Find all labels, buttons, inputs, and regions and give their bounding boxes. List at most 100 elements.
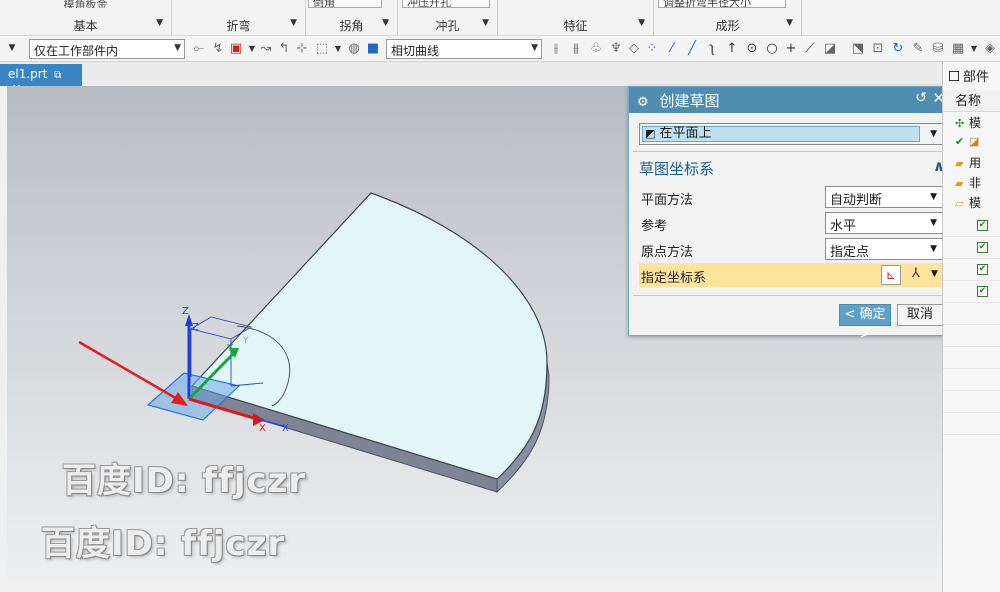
- divider: [943, 280, 1000, 281]
- view-rotate-icon[interactable]: ↻: [890, 40, 906, 57]
- chevron-down-icon: ▼: [930, 218, 937, 228]
- snap-quadrant-icon[interactable]: ○: [764, 40, 780, 57]
- snap-on-curve-icon[interactable]: ⟋: [802, 40, 818, 57]
- section-title: 草图坐标系: [639, 160, 715, 178]
- feature-curve-icon[interactable]: ♧: [588, 40, 604, 57]
- triad-y-label: Y: [242, 336, 249, 346]
- view-zoom-icon[interactable]: ⊡: [870, 40, 886, 57]
- name-column-header[interactable]: 名称: [943, 90, 1000, 112]
- reset-icon[interactable]: ↺: [915, 90, 927, 106]
- select-region-icon[interactable]: ⬚: [314, 40, 330, 57]
- nav-item-model-history[interactable]: ▱ 模: [943, 194, 1000, 214]
- select-point-icon[interactable]: ⊹: [294, 40, 310, 57]
- snap-intersection-icon[interactable]: ↑: [724, 40, 740, 57]
- cancel-button[interactable]: 取消: [897, 304, 943, 326]
- chevron-down-icon[interactable]: ▼: [638, 18, 645, 28]
- navigator-header[interactable]: 部件: [943, 66, 1000, 88]
- stop-at-intersection-icon[interactable]: ⫲: [548, 40, 564, 57]
- chevron-down-icon[interactable]: ▼: [931, 269, 938, 279]
- checkbox-icon[interactable]: ✔: [977, 286, 988, 297]
- view-render-icon[interactable]: ⛁: [930, 40, 946, 57]
- folder-open-icon: ▱: [955, 197, 964, 210]
- ribbon-group-feature[interactable]: 特征 ▼: [498, 0, 654, 36]
- chevron-down-icon[interactable]: ▼: [966, 40, 982, 57]
- dropdown-value: 自动判断: [830, 193, 883, 208]
- plane-method-row: 平面方法 自动判断 ▼: [639, 185, 945, 209]
- watermark: 百度ID: ffjczr: [62, 461, 307, 501]
- snap-curve-icon[interactable]: ʅ: [704, 40, 720, 57]
- ribbon-group-punch[interactable]: 冲压开孔 冲孔 ▼: [398, 0, 498, 36]
- show-hide-icon[interactable]: ◍: [346, 40, 362, 57]
- select-body-icon[interactable]: ↯: [210, 40, 226, 57]
- ribbon-group-basic[interactable]: 模角板金 基本 ▼: [0, 0, 172, 36]
- history-feature-row[interactable]: ✔: [943, 260, 1000, 280]
- curve-rule-dropdown[interactable]: 相切曲线 ▼: [386, 39, 542, 59]
- select-curve-icon[interactable]: ↰: [276, 40, 292, 57]
- nav-item-user[interactable]: ▰ 用: [943, 154, 1000, 174]
- select-edge-icon[interactable]: ↝: [258, 40, 274, 57]
- file-tab[interactable]: el1.prt ⧉ ✕: [0, 64, 82, 95]
- history-feature-row[interactable]: ✔: [943, 238, 1000, 258]
- dialog-title-bar[interactable]: ⚙ 创建草图 ↺ ✕: [629, 87, 953, 113]
- snap-existing-point-icon[interactable]: +: [783, 40, 799, 57]
- specify-csys-row[interactable]: 指定坐标系 ⊾ ⅄ ▼: [639, 263, 945, 287]
- navigator-title: 部件: [963, 70, 990, 85]
- chevron-down-icon[interactable]: ▼: [482, 18, 489, 28]
- select-feature-icon[interactable]: ⟜: [191, 40, 207, 57]
- chevron-down-icon[interactable]: ▼: [290, 18, 297, 28]
- csys-section-header[interactable]: 草图坐标系 ∧: [633, 157, 949, 179]
- nav-item-non[interactable]: ▰ 非: [943, 174, 1000, 194]
- chevron-down-icon: ▼: [174, 43, 181, 53]
- chevron-down-icon: ▼: [531, 43, 538, 53]
- divider: [943, 236, 1000, 237]
- nav-item-model[interactable]: ✣ 模: [943, 114, 1000, 134]
- view-orient-icon[interactable]: ▦: [950, 40, 966, 57]
- chevron-down-icon[interactable]: ▼: [382, 18, 389, 28]
- view-style-icon[interactable]: ◈: [982, 40, 998, 57]
- history-feature-row[interactable]: ✔: [943, 216, 1000, 236]
- chevron-down-icon[interactable]: ▼: [786, 18, 793, 28]
- select-face-icon[interactable]: ▣: [228, 40, 244, 57]
- folder-icon: ▰: [955, 157, 964, 170]
- gear-icon[interactable]: ⚙: [637, 95, 649, 110]
- pin-icon[interactable]: ⧉: [54, 70, 61, 81]
- ribbon-group-corner[interactable]: 倒角 拐角 ▼: [306, 0, 398, 36]
- reference-dropdown[interactable]: 水平 ▼: [825, 212, 943, 234]
- checkbox-icon[interactable]: ✔: [977, 264, 988, 275]
- divider: [943, 368, 1000, 369]
- follow-fillet-icon[interactable]: ⫵: [568, 40, 584, 57]
- ribbon-group-bend[interactable]: 折弯 ▼: [172, 0, 306, 36]
- view-pan-icon[interactable]: ✎: [910, 40, 926, 57]
- dropdown-value: 水平: [830, 219, 857, 234]
- view-fit-icon[interactable]: ⬔: [850, 40, 866, 57]
- snap-on-face-icon[interactable]: ◪: [822, 40, 838, 57]
- folder-icon: ▰: [955, 177, 964, 190]
- triad-x-label: X: [282, 423, 289, 434]
- chevron-down-icon[interactable]: ▼: [4, 40, 20, 57]
- nav-item-csys[interactable]: ✔ ◪: [943, 134, 1000, 154]
- checkbox-icon[interactable]: ✔: [977, 242, 988, 253]
- path-icon[interactable]: ♆: [608, 40, 624, 57]
- sketch-type-dropdown[interactable]: ◩ 在平面上 ▼: [639, 123, 943, 145]
- snap-line-icon[interactable]: ⁄: [664, 40, 680, 57]
- ok-button[interactable]: < 确定 >: [839, 304, 891, 342]
- chevron-down-icon[interactable]: ▼: [330, 40, 346, 57]
- history-feature-row[interactable]: ✔: [943, 282, 1000, 302]
- chevron-down-icon[interactable]: ▼: [156, 18, 163, 28]
- csys-dialog-icon[interactable]: ⊾: [881, 265, 901, 285]
- selection-scope-dropdown[interactable]: 仅在工作部件内 ▼: [29, 39, 185, 59]
- origin-method-row: 原点方法 指定点 ▼: [639, 237, 945, 261]
- divider: [633, 295, 949, 296]
- ribbon-group-forming[interactable]: 调整折弯半径大小 成形 ▼: [654, 0, 802, 36]
- field-label: 参考: [641, 219, 668, 234]
- snap-toggle-icon[interactable]: ◇: [626, 40, 642, 57]
- origin-method-dropdown[interactable]: 指定点 ▼: [825, 238, 943, 260]
- snap-center-icon[interactable]: ⊙: [744, 40, 760, 57]
- plane-method-dropdown[interactable]: 自动判断 ▼: [825, 186, 943, 208]
- watermark: 百度ID: ffjczr: [41, 524, 286, 564]
- snap-endpoint-icon[interactable]: ⁘: [644, 40, 660, 57]
- snap-midpoint-icon[interactable]: ╱: [684, 40, 700, 57]
- csys-type-icon[interactable]: ⅄: [905, 265, 927, 285]
- solid-body-icon[interactable]: ■: [365, 40, 381, 57]
- checkbox-icon[interactable]: ✔: [977, 220, 988, 231]
